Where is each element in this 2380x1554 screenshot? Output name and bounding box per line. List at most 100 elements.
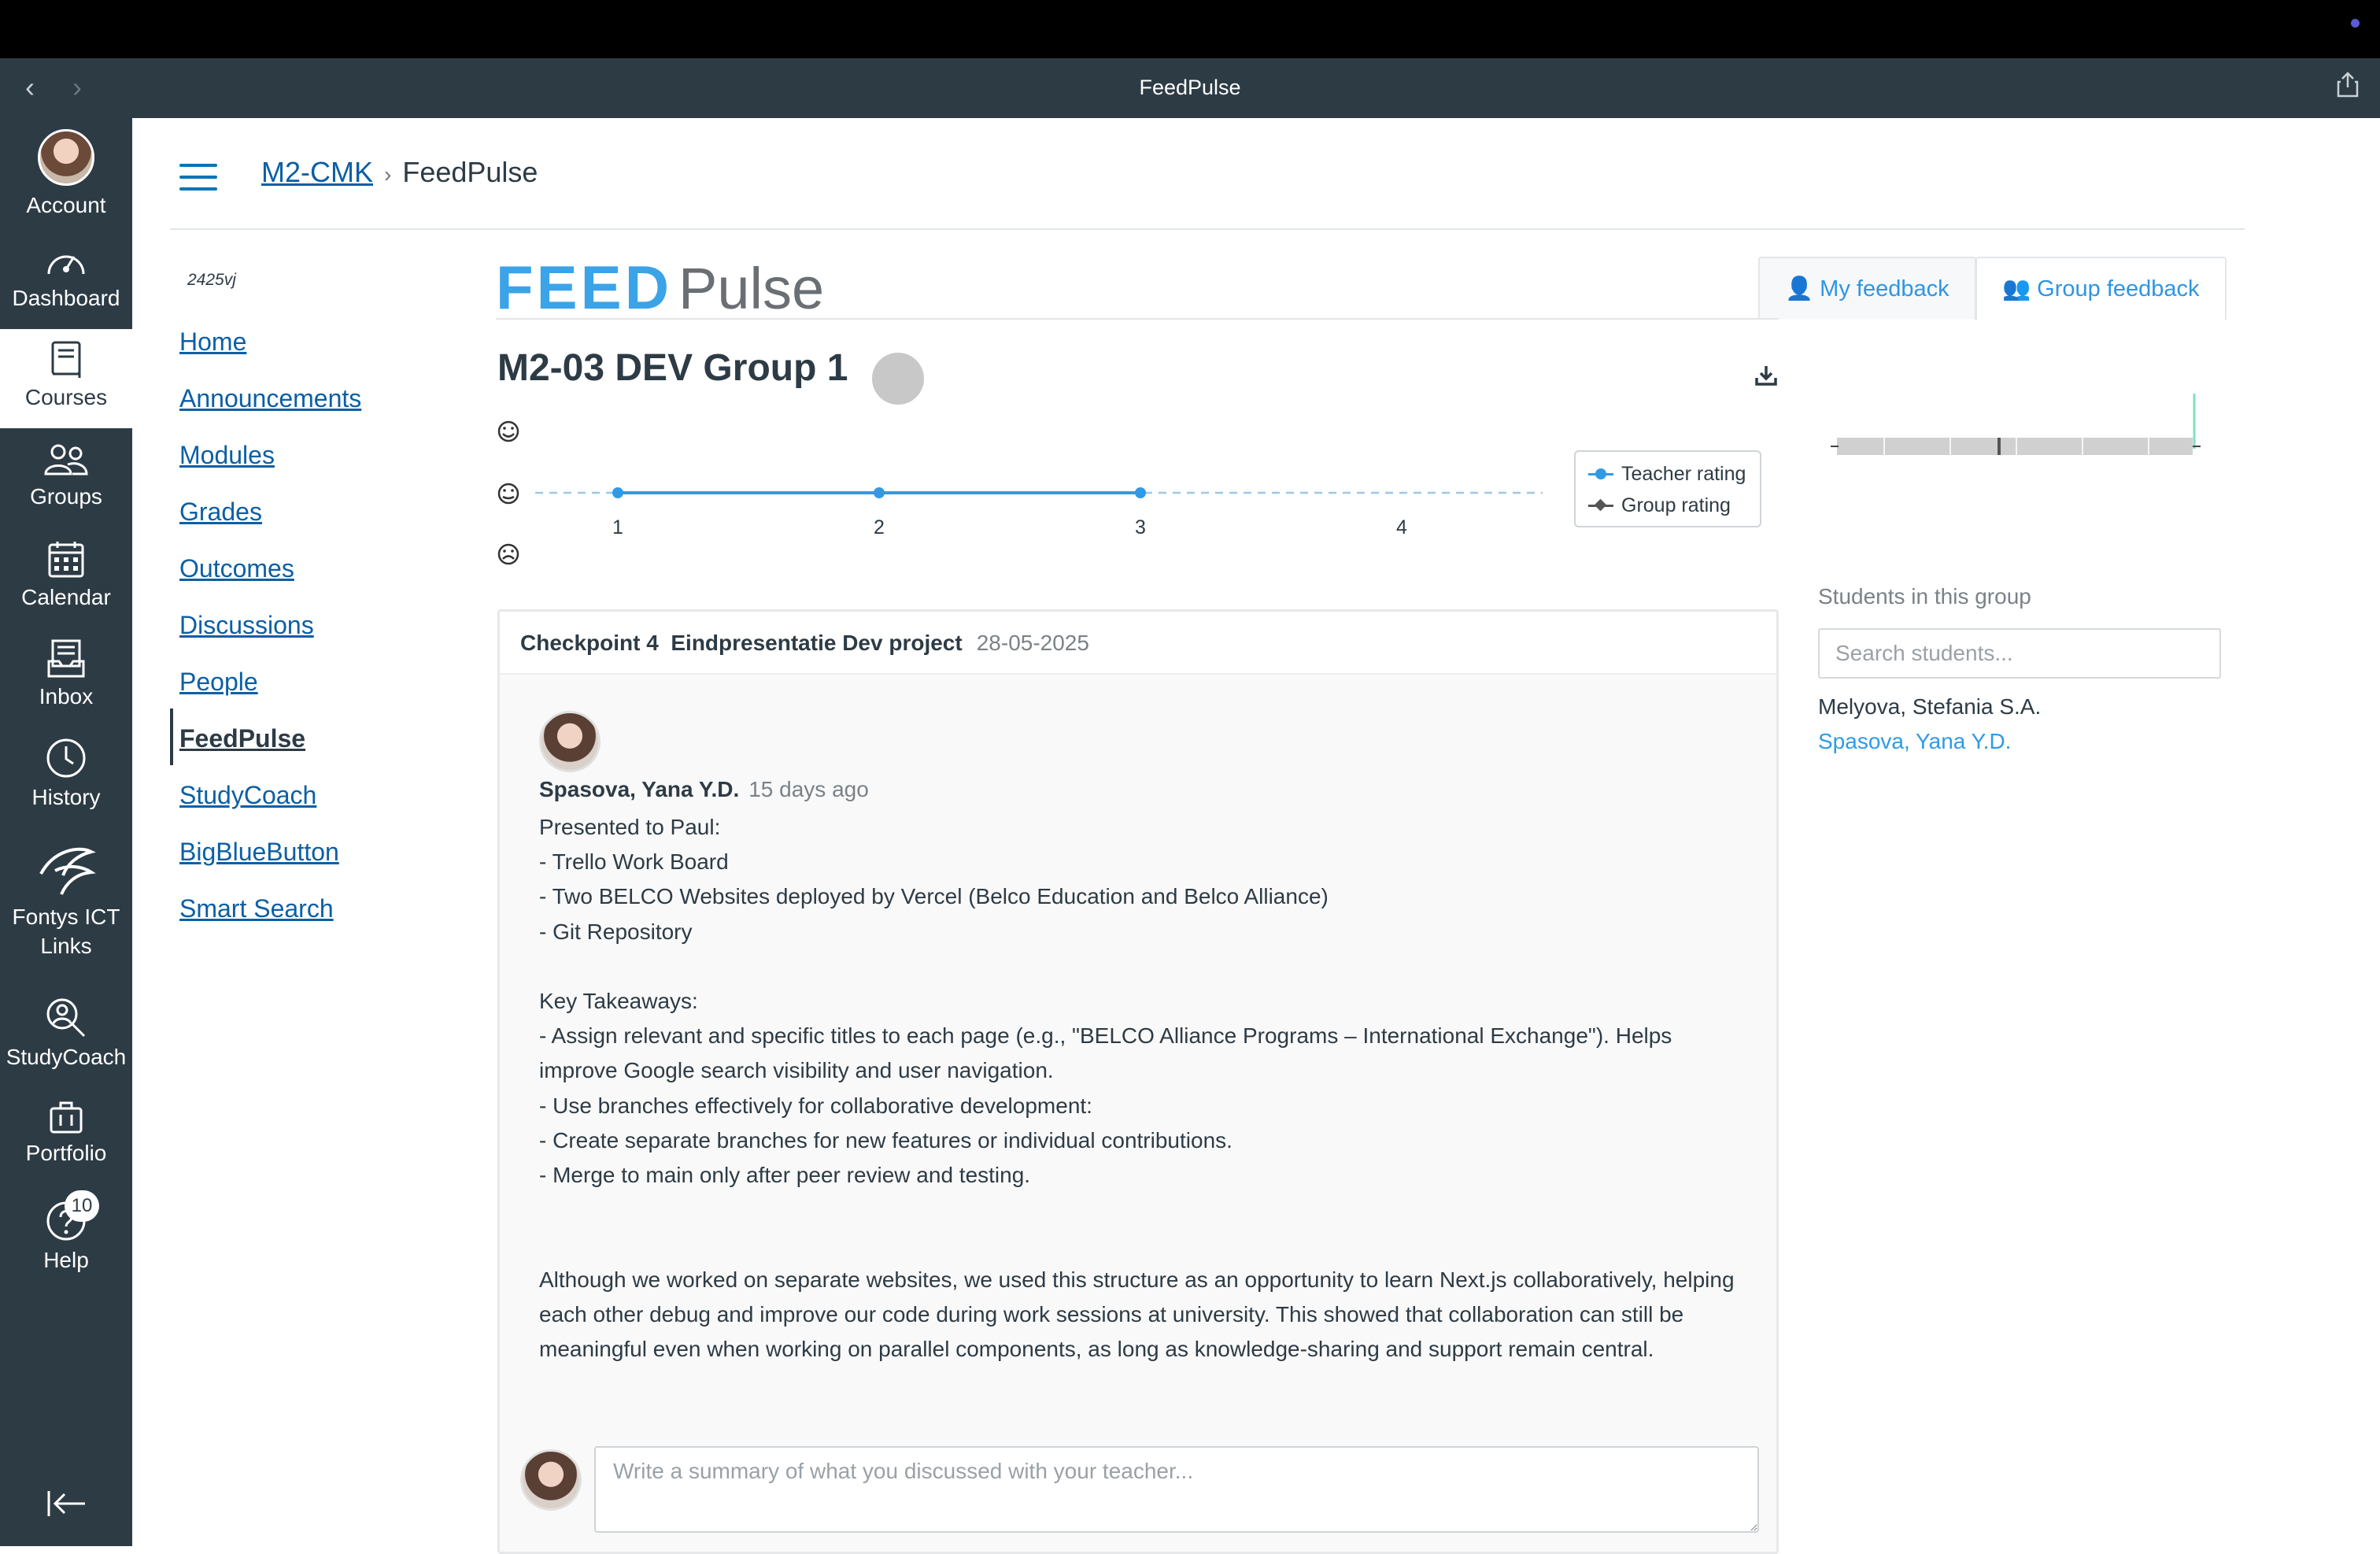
breadcrumb-course-link[interactable]: M2-CMK (261, 156, 373, 188)
nav-inbox[interactable]: Inbox (0, 639, 132, 711)
tab-group-feedback-label: Group feedback (2037, 276, 2200, 302)
student-item[interactable]: Spasova, Yana Y.D. (1818, 729, 2011, 754)
search-students-input[interactable] (1818, 628, 2221, 679)
nav-help[interactable]: Help 10 (0, 1190, 132, 1275)
global-navigation: Account Dashboard Courses Groups Calenda… (0, 118, 132, 1546)
tab-my-feedback[interactable]: 👤 My feedback (1758, 257, 1976, 320)
active-indicator (170, 709, 173, 765)
window-title: FeedPulse (1139, 76, 1241, 99)
share-icon[interactable] (2336, 71, 2360, 102)
course-nav-studycoach[interactable]: StudyCoach (179, 781, 316, 810)
nav-account[interactable]: Account (0, 129, 132, 220)
course-nav-smart-search[interactable]: Smart Search (179, 894, 334, 923)
course-nav-grades[interactable]: Grades (179, 498, 262, 527)
tabs-divider (496, 318, 1779, 320)
groups-icon (44, 444, 88, 475)
checkpoint-label: Checkpoint 4 (520, 631, 659, 655)
legend-group-rating: Group rating (1588, 493, 1731, 518)
course-nav-bigbluebutton[interactable]: BigBlueButton (179, 838, 339, 867)
window-title-bar: ‹ › FeedPulse (0, 58, 2380, 118)
inbox-icon (47, 639, 85, 678)
feedback-body: Presented to Paul: - Trello Work Board -… (539, 810, 1751, 1367)
course-nav-outcomes[interactable]: Outcomes (179, 554, 294, 583)
feedback-line: Presented to Paul: (539, 815, 721, 839)
nav-groups-label: Groups (30, 484, 102, 509)
course-nav-modules[interactable]: Modules (179, 441, 275, 470)
current-user-avatar (520, 1449, 582, 1511)
nav-help-label: Help (43, 1248, 89, 1272)
x-tick-label: 2 (874, 516, 885, 538)
studycoach-icon (46, 998, 86, 1038)
students-heading: Students in this group (1818, 584, 2031, 609)
nav-history[interactable]: History (0, 737, 132, 812)
group-user-icon: 👥 (2002, 276, 2031, 302)
summary-input[interactable] (594, 1446, 1759, 1533)
nav-account-label: Account (26, 193, 106, 217)
fontys-ict-links-icon (39, 847, 96, 895)
teacher-rating-marker (1588, 461, 1613, 487)
nav-inbox-label: Inbox (39, 684, 94, 709)
checkpoint-name: Eindpresentatie Dev project (671, 631, 963, 655)
course-nav-discussions[interactable]: Discussions (179, 611, 314, 640)
collapse-nav-button[interactable] (0, 1488, 132, 1523)
nav-fontys-ict-links-label: Fontys ICT Links (12, 905, 120, 958)
author-avatar (539, 711, 601, 772)
checkpoint-header: Checkpoint 4 Eindpresentatie Dev project… (500, 612, 1776, 675)
nav-dashboard[interactable]: Dashboard (0, 244, 132, 313)
system-top-bar (0, 0, 2380, 58)
courses-icon (51, 341, 81, 378)
tab-my-feedback-label: My feedback (1820, 276, 1949, 302)
feedback-line (539, 1193, 1751, 1227)
nav-calendar[interactable]: Calendar (0, 540, 132, 612)
feedback-line (539, 1227, 1751, 1262)
feedback-line: Although we worked on separate websites,… (539, 1267, 1735, 1361)
feedback-time: 15 days ago (748, 777, 869, 801)
student-item[interactable]: Melyova, Stefania S.A. (1818, 694, 2041, 720)
nav-calendar-label: Calendar (21, 585, 111, 609)
course-nav-feedpulse[interactable]: FeedPulse (179, 724, 305, 753)
download-button[interactable] (1754, 364, 1779, 393)
chevron-right-icon: › (384, 162, 392, 187)
course-nav-announcements[interactable]: Announcements (179, 384, 361, 413)
help-badge: 10 (65, 1190, 99, 1222)
breadcrumb-current: FeedPulse (402, 156, 538, 188)
feedback-line: - Use branches effectively for collabora… (539, 1093, 1092, 1118)
sad-face-icon (497, 543, 519, 565)
neutral-face-icon (497, 483, 519, 505)
collapse-icon (47, 1491, 85, 1516)
nav-courses[interactable]: Courses (0, 329, 132, 428)
rating-point[interactable] (1135, 487, 1146, 498)
nav-studycoach[interactable]: StudyCoach (0, 997, 132, 1071)
course-nav-people[interactable]: People (179, 668, 258, 697)
nav-portfolio-label: Portfolio (25, 1141, 107, 1165)
calendar-icon (48, 542, 84, 578)
chart-legend: Teacher rating Group rating (1574, 450, 1761, 527)
rating-point[interactable] (612, 487, 623, 498)
download-icon (1755, 366, 1777, 386)
dashboard-icon (47, 255, 85, 275)
rating-point[interactable] (874, 487, 885, 498)
rating-overview-bar (1831, 394, 2201, 455)
legend-teacher-label: Teacher rating (1621, 463, 1746, 485)
feedback-line: Key Takeaways: (539, 989, 698, 1013)
term-label: 2425vj (187, 271, 236, 289)
logo-feed-text: FEED (496, 253, 673, 322)
tab-group-feedback[interactable]: 👥 Group feedback (1975, 257, 2227, 320)
legend-group-label: Group rating (1621, 494, 1731, 516)
checkpoint-date: 28-05-2025 (976, 631, 1089, 655)
feedback-line (539, 949, 1751, 984)
rating-chart: 1 2 3 4 (497, 420, 1543, 565)
nav-fontys-ict-links[interactable]: Fontys ICT Links (0, 839, 132, 960)
group-rating-marker (1588, 493, 1613, 518)
nav-portfolio[interactable]: Portfolio (0, 1099, 132, 1167)
logo-pulse-text: Pulse (678, 256, 825, 321)
nav-dashboard-label: Dashboard (12, 286, 120, 310)
group-title: M2-03 DEV Group 1 (497, 347, 848, 389)
feedback-line: - Trello Work Board (539, 849, 729, 875)
feedback-line: - Merge to main only after peer review a… (539, 1163, 1031, 1188)
nav-groups[interactable]: Groups (0, 442, 132, 511)
feedback-line: - Git Repository (539, 919, 693, 944)
course-nav-home[interactable]: Home (179, 327, 246, 357)
hamburger-menu-icon[interactable] (179, 164, 217, 191)
feedback-line: - Assign relevant and specific titles to… (539, 1023, 1672, 1083)
